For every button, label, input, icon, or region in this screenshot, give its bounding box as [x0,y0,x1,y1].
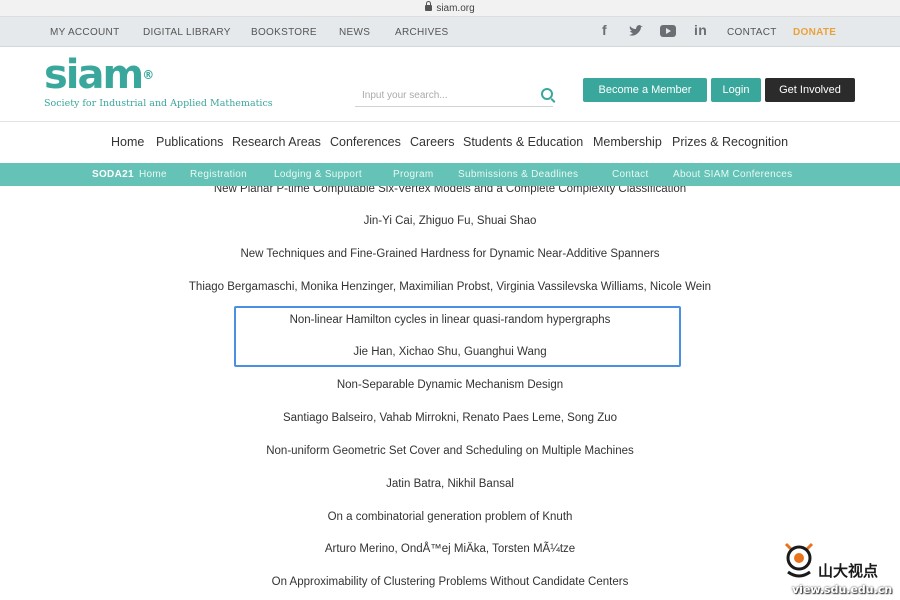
paper-authors: Jatin Batra, Nikhil Bansal [386,478,514,490]
mainnav-publications[interactable]: Publications [156,135,223,149]
site-header: siam® Society for Industrial and Applied… [0,47,900,121]
paper-authors: Jie Han, Xichao Shu, Guanghui Wang [353,346,547,358]
mainnav-careers[interactable]: Careers [410,135,454,149]
mainnav-students-education[interactable]: Students & Education [463,135,583,149]
watermark: 山大视点 view.sdu.edu.cn [782,538,900,600]
search-input[interactable] [355,85,525,106]
search-icon[interactable] [541,88,553,100]
paper-title: Non-uniform Geometric Set Cover and Sche… [266,445,634,457]
subnav-home[interactable]: Home [139,169,167,180]
utility-nav: MY ACCOUNT DIGITAL LIBRARY BOOKSTORE NEW… [0,17,900,47]
nav-news[interactable]: NEWS [339,27,370,38]
watermark-text: 山大视点 [818,562,879,580]
linkedin-icon[interactable]: in [694,22,707,38]
url-display[interactable]: siam.org [0,1,900,14]
conference-subnav: SODA21 Home Registration Lodging & Suppo… [0,163,900,186]
paper-title: Non-Separable Dynamic Mechanism Design [336,379,564,391]
become-member-button[interactable]: Become a Member [583,78,707,102]
nav-my-account[interactable]: MY ACCOUNT [50,27,120,38]
nav-archives[interactable]: ARCHIVES [395,27,449,38]
paper-authors: Jin-Yi Cai, Zhiguo Fu, Shuai Shao [363,215,537,227]
mainnav-research-areas[interactable]: Research Areas [232,135,321,149]
nav-contact[interactable]: CONTACT [727,27,777,38]
subnav-about-siam-conferences[interactable]: About SIAM Conferences [673,169,792,180]
mainnav-home[interactable]: Home [111,135,144,149]
browser-address-bar[interactable]: siam.org [0,0,900,17]
facebook-icon[interactable]: f [602,22,607,38]
accepted-papers-list: New Planar P-time Computable Six-Vertex … [0,186,900,600]
paper-title: Non-linear Hamilton cycles in linear qua… [289,314,611,326]
url-text: siam.org [436,3,475,14]
paper-title: On a combinatorial generation problem of… [327,511,573,523]
get-involved-button[interactable]: Get Involved [765,78,855,102]
siam-logo[interactable]: siam® Society for Industrial and Applied… [44,53,274,109]
paper-authors: Thiago Bergamaschi, Monika Henzinger, Ma… [188,281,712,293]
nav-bookstore[interactable]: BOOKSTORE [251,27,317,38]
logo-mark: siam® [44,52,154,98]
search-box [355,85,553,107]
paper-authors: Santiago Balseiro, Vahab Mirrokni, Renat… [282,412,618,424]
login-button[interactable]: Login [711,78,761,102]
paper-title: On Approximability of Clustering Problem… [271,576,629,588]
youtube-icon[interactable] [660,22,676,40]
subnav-submissions-deadlines[interactable]: Submissions & Deadlines [458,169,578,180]
paper-title: New Techniques and Fine-Grained Hardness… [240,248,660,260]
lock-icon [425,1,433,11]
watermark-logo-icon [784,542,814,578]
subnav-brand[interactable]: SODA21 [92,169,134,180]
mainnav-prizes-recognition[interactable]: Prizes & Recognition [672,135,788,149]
mainnav-conferences[interactable]: Conferences [330,135,401,149]
nav-digital-library[interactable]: DIGITAL LIBRARY [143,27,231,38]
mainnav-membership[interactable]: Membership [593,135,662,149]
subnav-contact[interactable]: Contact [612,169,649,180]
main-nav: Home Publications Research Areas Confere… [0,121,900,163]
logo-tagline: Society for Industrial and Applied Mathe… [44,98,273,109]
subnav-registration[interactable]: Registration [190,169,247,180]
subnav-program[interactable]: Program [393,169,433,180]
subnav-lodging-support[interactable]: Lodging & Support [274,169,362,180]
paper-authors: Arturo Merino, OndÅ™ej MiÄka, Torsten MÃ… [324,543,576,555]
watermark-url: view.sdu.edu.cn [792,583,893,596]
paper-title: New Planar P-time Computable Six-Vertex … [213,186,687,195]
nav-donate[interactable]: DONATE [793,27,836,38]
twitter-icon[interactable] [629,22,643,40]
